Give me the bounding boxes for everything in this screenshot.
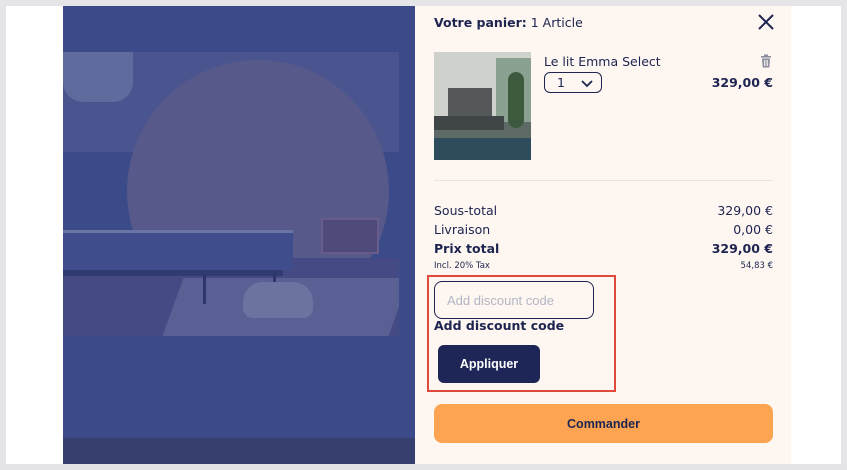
background-page-overlay[interactable] <box>63 6 415 464</box>
apply-discount-button[interactable]: Appliquer <box>438 345 540 383</box>
subtotal-value: 329,00 € <box>717 203 773 218</box>
divider <box>434 180 773 181</box>
nightstand <box>321 218 379 254</box>
thumb-plant <box>508 72 524 128</box>
cart-drawer: Votre panier: 1 Article Le lit Emma Sele… <box>415 6 791 464</box>
total-label: Prix total <box>434 241 500 256</box>
quantity-select[interactable]: 1 <box>544 72 602 93</box>
tax-value: 54,83 € <box>740 261 773 271</box>
shipping-value: 0,00 € <box>733 222 773 237</box>
close-icon[interactable] <box>756 12 776 32</box>
background-footer <box>63 438 415 464</box>
checkout-button[interactable]: Commander <box>434 404 773 443</box>
pendant-lamp <box>63 52 133 102</box>
chevron-down-icon <box>581 77 593 88</box>
tax-label: Incl. 20% Tax <box>434 261 490 271</box>
thumb-mattress <box>434 116 504 130</box>
cart-title-label: Votre panier: <box>434 15 527 30</box>
bedroom-hero-image <box>63 52 399 336</box>
thumb-headboard <box>448 88 492 118</box>
discount-code-label: Add discount code <box>434 318 565 333</box>
quantity-value: 1 <box>557 75 565 90</box>
product-thumbnail[interactable] <box>434 52 531 160</box>
discount-code-input[interactable] <box>434 281 594 319</box>
bed-leg <box>203 274 206 304</box>
product-price: 329,00 € <box>711 75 773 90</box>
trash-icon[interactable] <box>760 53 772 68</box>
bed-frame <box>63 230 293 270</box>
bed-base <box>63 270 283 276</box>
cart-item-count: 1 Article <box>530 15 583 30</box>
product-name[interactable]: Le lit Emma Select <box>544 54 661 69</box>
subtotal-label: Sous-total <box>434 203 498 218</box>
total-value: 329,00 € <box>711 241 773 256</box>
thumb-rug <box>434 138 531 160</box>
cart-title: Votre panier: 1 Article <box>434 15 583 30</box>
shipping-label: Livraison <box>434 222 491 237</box>
bag <box>243 282 313 318</box>
